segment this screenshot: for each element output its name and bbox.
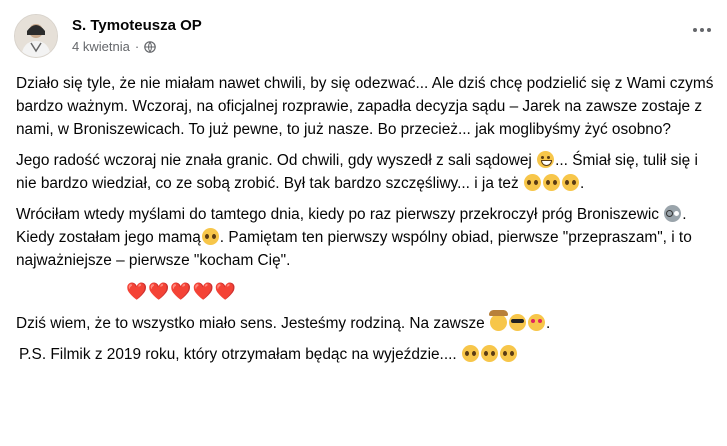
three-dots-icon[interactable] [693,28,711,32]
cowboy-face-emoji-icon [488,310,508,331]
hearts-line: ❤️❤️❤️❤️❤️ [16,280,716,304]
paragraph-4: Dziś wiem, że to wszystko miało sens. Je… [16,310,551,332]
paragraph-3: Wróciłam wtedy myślami do tamtego dnia, … [16,205,692,269]
pleading-face-emoji-icon [461,345,479,362]
post-header: S. Tymoteusza OP 4 kwietnia · [14,14,202,58]
grinning-emoji-icon [537,151,555,168]
author-name[interactable]: S. Tymoteusza OP [72,16,202,36]
globe-icon[interactable] [144,41,156,53]
avatar-image [15,15,57,57]
paragraph-2: Jego radość wczoraj nie znała granic. Od… [16,151,698,192]
pleading-face-emoji-icon [201,228,219,245]
author-avatar[interactable] [14,14,58,58]
red-heart-emoji-icon: ❤️❤️❤️❤️❤️ [126,282,237,301]
facebook-post: S. Tymoteusza OP 4 kwietnia · Działo się… [0,0,727,446]
pleading-face-emoji-icon [561,174,579,191]
paragraph-ps: P.S. Filmik z 2019 roku, który otrzymała… [16,343,716,366]
pleading-face-emoji-icon [542,174,560,191]
post-meta: 4 kwietnia · [72,38,202,56]
pleading-face-emoji-icon [499,345,517,362]
meta-separator: · [134,39,140,54]
pleading-face-emoji-icon [480,345,498,362]
post-date[interactable]: 4 kwietnia [72,38,130,56]
paragraph-1: Działo się tyle, że nie miałam nawet chw… [16,75,714,138]
nerd-face-emoji-icon [664,205,682,222]
pleading-face-emoji-icon [523,174,541,191]
post-body: Działo się tyle, że nie miałam nawet chw… [16,72,716,374]
heart-eyes-emoji-icon [527,314,545,331]
sunglasses-face-emoji-icon [508,314,526,331]
